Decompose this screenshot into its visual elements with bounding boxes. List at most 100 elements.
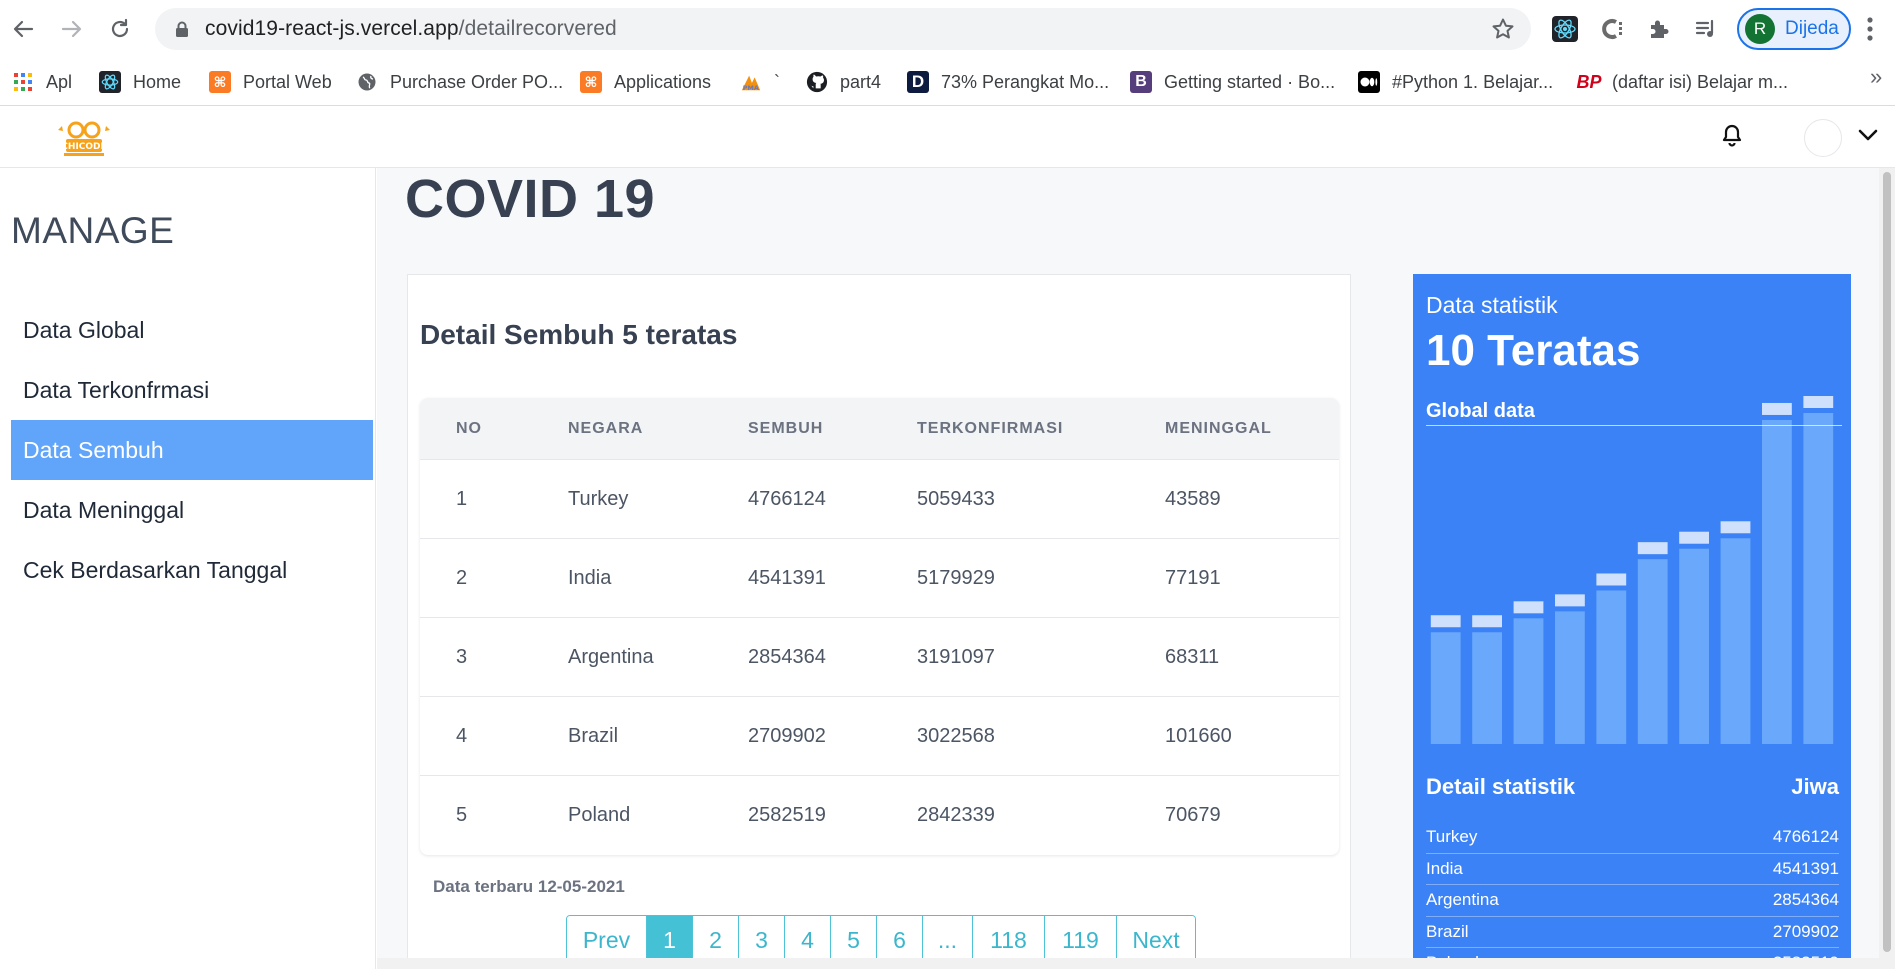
table-cell: Argentina — [568, 645, 654, 668]
pagination-next-button[interactable]: Next — [1117, 916, 1195, 964]
bookmark-pma[interactable]: PMA ` — [740, 66, 780, 98]
bookmark-label: Home — [133, 71, 182, 92]
table-cell: Turkey — [568, 487, 629, 510]
pagination-page-button[interactable]: 2 — [693, 916, 739, 964]
pagination-page-button[interactable]: 119 — [1045, 916, 1117, 964]
media-queue-icon[interactable] — [1690, 13, 1722, 45]
stats-list-item: Brazil 2709902 — [1426, 917, 1839, 948]
notification-bell-icon[interactable] — [1720, 123, 1744, 154]
chevron-down-icon[interactable] — [1857, 128, 1879, 147]
table-cell: 2842339 — [917, 804, 995, 826]
table-row: 3 Argentina 2854364 3191097 68311 — [420, 618, 1339, 697]
address-bar[interactable]: covid19-react-js.vercel.app/detailrecorv… — [155, 8, 1531, 50]
pagination-page-button[interactable]: 3 — [739, 916, 785, 964]
vertical-scrollbar[interactable] — [1879, 168, 1895, 969]
stats-list-item: Argentina 2854364 — [1426, 885, 1839, 917]
table-cell: 77191 — [1165, 566, 1221, 589]
chart-bar — [1637, 559, 1668, 744]
chart-bar-cap — [1596, 573, 1627, 586]
chart-bar — [1803, 413, 1834, 744]
user-avatar[interactable] — [1804, 119, 1842, 157]
colorzilla-icon[interactable] — [1596, 13, 1628, 45]
pagination-page-button[interactable]: 1 — [647, 916, 693, 964]
stats-list-item: Turkey 4766124 — [1426, 822, 1839, 854]
bookmark-portal-web[interactable]: ⌘ Portal Web — [209, 66, 332, 98]
pagination-page-button[interactable]: 6 — [877, 916, 923, 964]
table-cell: India — [568, 566, 612, 589]
stats-list: Turkey 4766124 India 4541391 Argentina 2854… — [1426, 822, 1839, 969]
scrollbar-thumb[interactable] — [1883, 172, 1891, 952]
chart-bar — [1679, 548, 1710, 744]
chart-bar — [1430, 632, 1461, 744]
column-header-meninggal: MENINGGAL — [1165, 419, 1272, 437]
table-cell: 3022568 — [917, 724, 995, 747]
bookmark-label: Portal Web — [243, 71, 332, 92]
stats-value: 4541391 — [1772, 858, 1839, 878]
column-header-sembuh: SEMBUH — [748, 419, 824, 437]
recovered-table: NO NEGARA SEMBUH TERKONFIRMASI MENINGGAL… — [420, 398, 1339, 855]
bookmarks-bar: Apl Home ⌘ Portal Web Purchase Order PO.… — [0, 58, 1895, 106]
bookmark-applications[interactable]: ⌘ Applications — [580, 66, 711, 98]
more-bookmarks-icon[interactable]: » — [1870, 64, 1882, 90]
main-content: COVID 19 Detail Sembuh 5 teratas NO NEGA… — [377, 168, 1895, 969]
sidebar-item-data-meninggal[interactable]: Data Meninggal — [11, 480, 373, 540]
back-button[interactable] — [6, 12, 40, 46]
pagination-page-button[interactable]: 4 — [785, 916, 831, 964]
pagination-page-button[interactable]: 118 — [973, 916, 1045, 964]
sidebar-item-data-sembuh[interactable]: Data Sembuh — [11, 420, 373, 480]
bookmark-part4[interactable]: part4 — [806, 66, 881, 98]
browser-menu-icon[interactable] — [1866, 15, 1874, 48]
bookmark-python[interactable]: #Python 1. Belajar... — [1358, 66, 1553, 98]
forward-button[interactable] — [55, 12, 89, 46]
sidebar-item-cek-tanggal[interactable]: Cek Berdasarkan Tanggal — [11, 540, 373, 600]
stats-title: 10 Teratas — [1426, 326, 1641, 375]
chart-bar-cap — [1720, 521, 1751, 534]
react-devtools-icon[interactable] — [1549, 13, 1581, 45]
url-text[interactable]: covid19-react-js.vercel.app/detailrecorv… — [205, 17, 617, 41]
stats-subtitle: Data statistik — [1426, 292, 1558, 318]
bookmark-star-icon[interactable] — [1491, 17, 1515, 46]
card-title: Detail Sembuh 5 teratas — [420, 319, 738, 350]
detail-statistik-label: Detail statistik — [1426, 774, 1576, 799]
table-cell: 43589 — [1165, 487, 1221, 510]
table-cell: 5 — [456, 804, 468, 826]
horizontal-scrollbar[interactable] — [377, 958, 1879, 969]
extensions-puzzle-icon[interactable] — [1643, 13, 1675, 45]
table-row: 4 Brazil 2709902 3022568 101660 — [420, 697, 1339, 776]
bookmark-bootstrap[interactable]: B Getting started · Bo... — [1130, 66, 1335, 98]
bookmark-daftar-isi[interactable]: BP (daftar isi) Belajar m... — [1577, 66, 1789, 98]
sidebar-item-label: Cek Berdasarkan Tanggal — [23, 556, 288, 583]
bootstrap-icon: B — [1130, 71, 1152, 93]
bookmark-perangkat[interactable]: D 73% Perangkat Mo... — [907, 66, 1109, 98]
table-cell: 70679 — [1165, 804, 1221, 826]
table-cell: 3191097 — [917, 645, 995, 668]
bookmark-label: Purchase Order PO... — [390, 71, 564, 92]
bookmark-home[interactable]: Home — [99, 66, 181, 98]
sidebar-item-label: Data Meninggal — [23, 496, 185, 523]
pagination-prev-button[interactable]: Prev — [567, 916, 647, 964]
profile-avatar: R — [1745, 14, 1775, 44]
app-logo[interactable]: CHICODE — [56, 118, 112, 158]
page-title: COVID 19 — [405, 169, 656, 229]
sidebar-item-data-terkonfirmasi[interactable]: Data Terkonfrmasi — [11, 360, 373, 420]
bookmark-label: Applications — [614, 71, 712, 92]
chart-bar — [1513, 618, 1544, 744]
table-cell: 3 — [456, 645, 468, 668]
table-cell: 2854364 — [748, 645, 826, 668]
lock-icon[interactable] — [173, 20, 191, 38]
table-cell: 101660 — [1165, 724, 1232, 747]
table-cell: 2 — [456, 566, 468, 589]
bookmark-apps[interactable]: Apl — [12, 66, 72, 98]
chart-bar-cap — [1430, 615, 1461, 628]
reload-button[interactable] — [103, 12, 137, 46]
profile-button[interactable]: R Dijeda — [1737, 8, 1851, 50]
table-cell: 68311 — [1165, 645, 1220, 668]
chart-bar — [1761, 419, 1792, 744]
table-cell: 5179929 — [917, 566, 995, 589]
pagination-page-button[interactable]: 5 — [831, 916, 877, 964]
last-updated-text: Data terbaru 12-05-2021 — [433, 877, 625, 896]
pagination-ellipsis[interactable]: ... — [923, 916, 973, 964]
sidebar-item-data-global[interactable]: Data Global — [11, 300, 373, 360]
recovered-table-card: Detail Sembuh 5 teratas NO NEGARA SEMBUH… — [407, 274, 1351, 969]
bookmark-purchase-order[interactable]: Purchase Order PO... — [356, 66, 563, 98]
